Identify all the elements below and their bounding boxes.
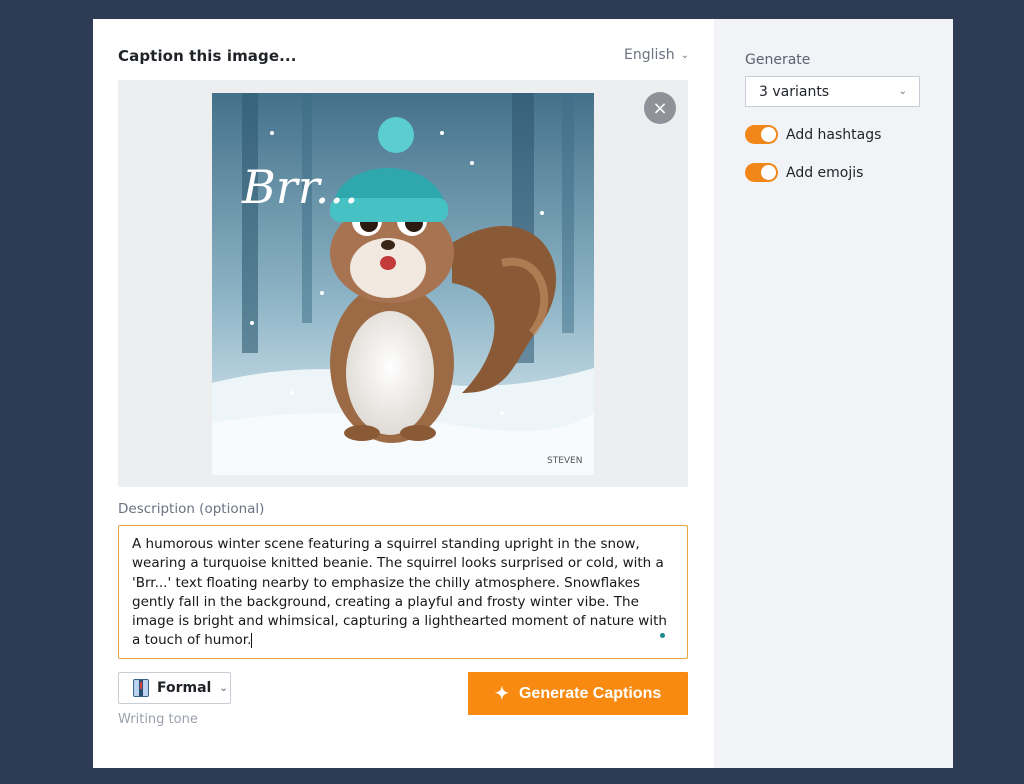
image-signature: STEVEN (547, 456, 582, 466)
image-brr-text: Brr... (241, 160, 359, 214)
grammar-indicator-icon (660, 633, 665, 638)
generate-captions-button[interactable]: ✦ Generate Captions (468, 672, 688, 715)
text-cursor (251, 632, 253, 648)
main-panel: Caption this image... English ⌄ Brr... S… (93, 19, 714, 768)
page-title: Caption this image... (118, 47, 297, 65)
description-text: A humorous winter scene featuring a squi… (132, 536, 667, 649)
chevron-down-icon: ⌄ (898, 86, 907, 97)
emojis-toggle-label: Add emojis (786, 164, 864, 181)
hashtags-toggle-label: Add hashtags (786, 126, 882, 143)
generate-captions-label: Generate Captions (518, 684, 662, 702)
uploaded-image: Brr... STEVEN (212, 93, 594, 475)
description-textarea[interactable]: A humorous winter scene featuring a squi… (118, 525, 688, 659)
chevron-down-icon: ⌄ (219, 682, 228, 694)
writing-tone-dropdown[interactable]: Formal ⌄ (118, 672, 231, 704)
description-label: Description (optional) (118, 501, 265, 517)
settings-panel: Generate 3 variants ⌄ Add hashtags Add e… (714, 19, 953, 768)
emojis-toggle-row: Add emojis (745, 163, 863, 182)
generate-label: Generate (745, 52, 811, 68)
language-label: English (624, 47, 675, 63)
variants-value: 3 variants (759, 83, 830, 100)
writing-tone-label: Writing tone (118, 712, 198, 727)
emojis-toggle[interactable] (745, 163, 778, 182)
hashtags-toggle[interactable] (745, 125, 778, 144)
necktie-icon (133, 679, 149, 697)
image-preview-panel: Brr... STEVEN × (118, 80, 688, 487)
hashtags-toggle-row: Add hashtags (745, 125, 881, 144)
remove-image-button[interactable]: × (644, 92, 676, 124)
variants-dropdown[interactable]: 3 variants ⌄ (745, 76, 920, 107)
language-dropdown[interactable]: English ⌄ (624, 47, 689, 63)
sparkles-icon: ✦ (494, 683, 509, 703)
chevron-down-icon: ⌄ (680, 49, 689, 61)
writing-tone-value: Formal (157, 680, 212, 696)
close-icon: × (652, 97, 668, 119)
caption-card: Caption this image... English ⌄ Brr... S… (93, 19, 953, 768)
